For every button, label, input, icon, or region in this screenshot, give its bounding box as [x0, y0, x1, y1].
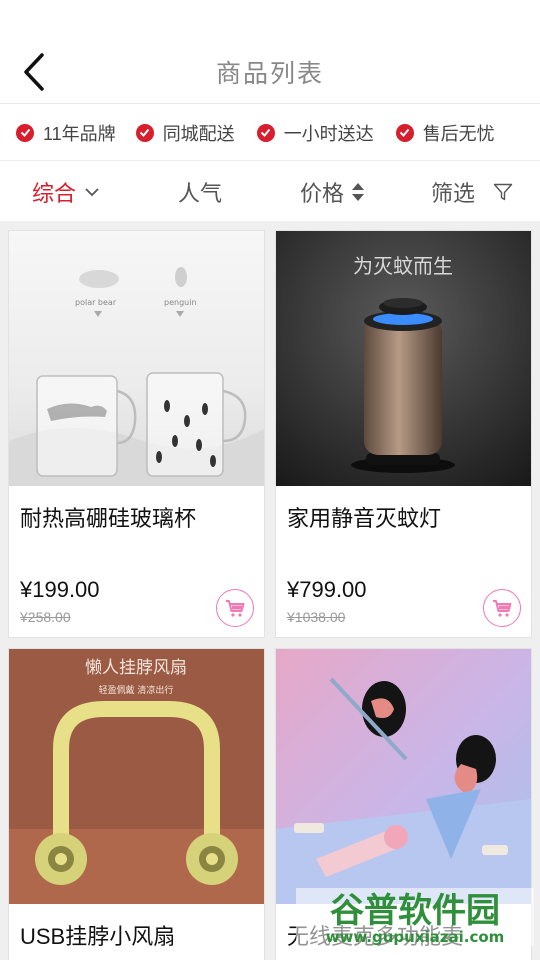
product-image: polar bear penguin [9, 231, 264, 486]
image-label: 轻盈佩戴 清凉出行 [99, 684, 174, 696]
image-label: 懒人挂脖风扇 [85, 658, 187, 678]
cart-icon [226, 600, 245, 617]
filter-icon [493, 183, 513, 201]
sort-label: 价格 [300, 181, 345, 206]
product-image [276, 649, 531, 904]
feature-bar: 11年品牌 同城配送 一小时送达 售后无忧 [0, 105, 540, 161]
sort-popularity[interactable]: 人气 [178, 176, 222, 208]
sort-comprehensive[interactable]: 综合 [32, 176, 100, 208]
check-icon [16, 123, 34, 142]
feature-item: 同城配送 [135, 120, 235, 146]
watermark-logo: 谷普软件园 www.gupuxiazai.com [296, 882, 534, 952]
product-name: 耐热高硼硅玻璃杯 [20, 506, 197, 531]
product-card[interactable]: polar bear penguin 耐热高硼硅玻璃杯 ¥199.00 ¥258… [8, 230, 265, 638]
product-name: 家用静音灭蚊灯 [287, 506, 442, 531]
sort-label: 筛选 [431, 181, 476, 206]
feature-item: 一小时送达 [256, 120, 374, 146]
page-title: 商品列表 [215, 60, 324, 88]
check-icon [256, 123, 275, 142]
add-to-cart-button[interactable] [216, 589, 254, 627]
feature-label: 11年品牌 [43, 123, 116, 144]
product-name: USB挂脖小风扇 [20, 924, 176, 949]
image-label: 为灭蚊而生 [353, 254, 453, 278]
sort-label: 人气 [178, 181, 223, 206]
chevron-down-icon [85, 188, 99, 197]
sort-arrows-icon [352, 183, 365, 201]
product-image: 懒人挂脖风扇 轻盈佩戴 清凉出行 [9, 649, 264, 904]
product-price: ¥799.00 [287, 577, 367, 602]
watermark-url: www.gupuxiazai.com [326, 928, 505, 946]
check-icon [395, 123, 414, 142]
product-price: ¥199.00 [20, 577, 100, 602]
header: 商品列表 [0, 0, 540, 104]
cart-icon [493, 600, 512, 617]
sort-filter[interactable]: 筛选 [431, 176, 513, 208]
product-image: 为灭蚊而生 [276, 231, 531, 486]
watermark-name: 谷普软件园 [330, 891, 500, 931]
check-icon [135, 123, 154, 142]
feature-item: 11年品牌 [16, 120, 116, 146]
feature-item: 售后无忧 [395, 120, 495, 146]
sort-bar: 综合 人气 价格 筛选 [0, 162, 540, 220]
image-label: penguin [164, 298, 197, 307]
product-card[interactable]: 为灭蚊而生 家用静音灭蚊灯 ¥799.00 ¥1038.00 [275, 230, 532, 638]
product-card[interactable]: 懒人挂脖风扇 轻盈佩戴 清凉出行 USB挂脖小风扇 [8, 648, 265, 960]
sort-label: 综合 [32, 181, 77, 206]
sort-price[interactable]: 价格 [300, 176, 365, 208]
product-original-price: ¥1038.00 [287, 609, 346, 625]
product-original-price: ¥258.00 [20, 609, 71, 625]
image-label: polar bear [75, 298, 117, 307]
feature-label: 同城配送 [162, 123, 235, 144]
feature-label: 一小时送达 [283, 123, 374, 144]
feature-label: 售后无忧 [422, 123, 495, 144]
add-to-cart-button[interactable] [483, 589, 521, 627]
